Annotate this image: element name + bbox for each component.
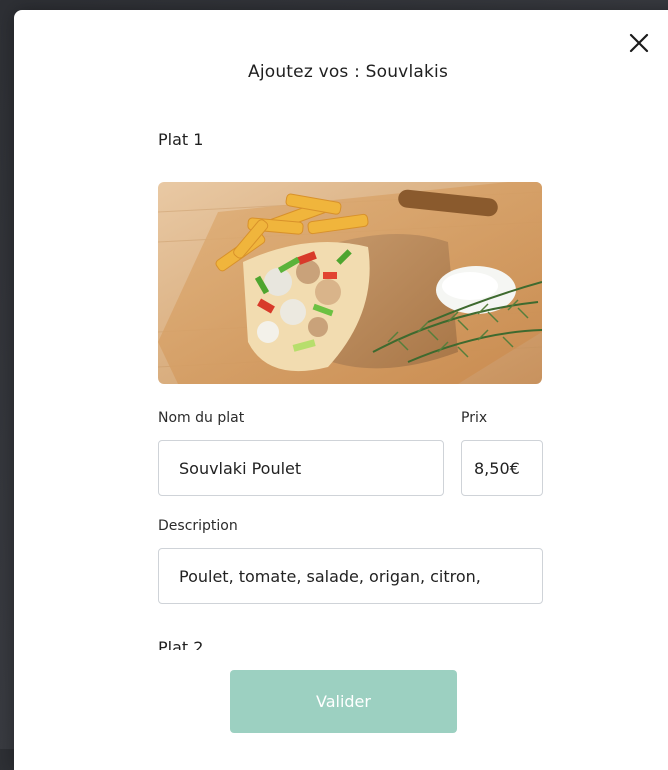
add-dishes-modal: Ajoutez vos : Souvlakis Plat 1 Nom du pl… bbox=[14, 10, 668, 770]
modal-title: Ajoutez vos : Souvlakis bbox=[247, 62, 449, 82]
validate-button[interactable]: Valider bbox=[230, 670, 457, 733]
description-field[interactable]: Poulet, tomate, salade, origan, citron, bbox=[158, 548, 543, 604]
dish-1-heading: Plat 1 bbox=[158, 130, 204, 149]
dish-name-label: Nom du plat bbox=[158, 410, 245, 426]
close-icon bbox=[629, 33, 649, 53]
souvlaki-photo bbox=[158, 182, 542, 384]
dish-1-image[interactable] bbox=[158, 182, 542, 384]
dish-2-heading: Plat 2 bbox=[158, 638, 204, 650]
price-field[interactable]: 8,50€ bbox=[461, 440, 543, 496]
dish-name-field[interactable]: Souvlaki Poulet bbox=[158, 440, 444, 496]
price-label: Prix bbox=[461, 410, 488, 426]
description-label: Description bbox=[158, 518, 238, 534]
dishes-scroll-area[interactable]: Plat 1 Nom du plat Prix Souvlaki Poulet … bbox=[14, 120, 668, 650]
close-button[interactable] bbox=[624, 28, 654, 58]
